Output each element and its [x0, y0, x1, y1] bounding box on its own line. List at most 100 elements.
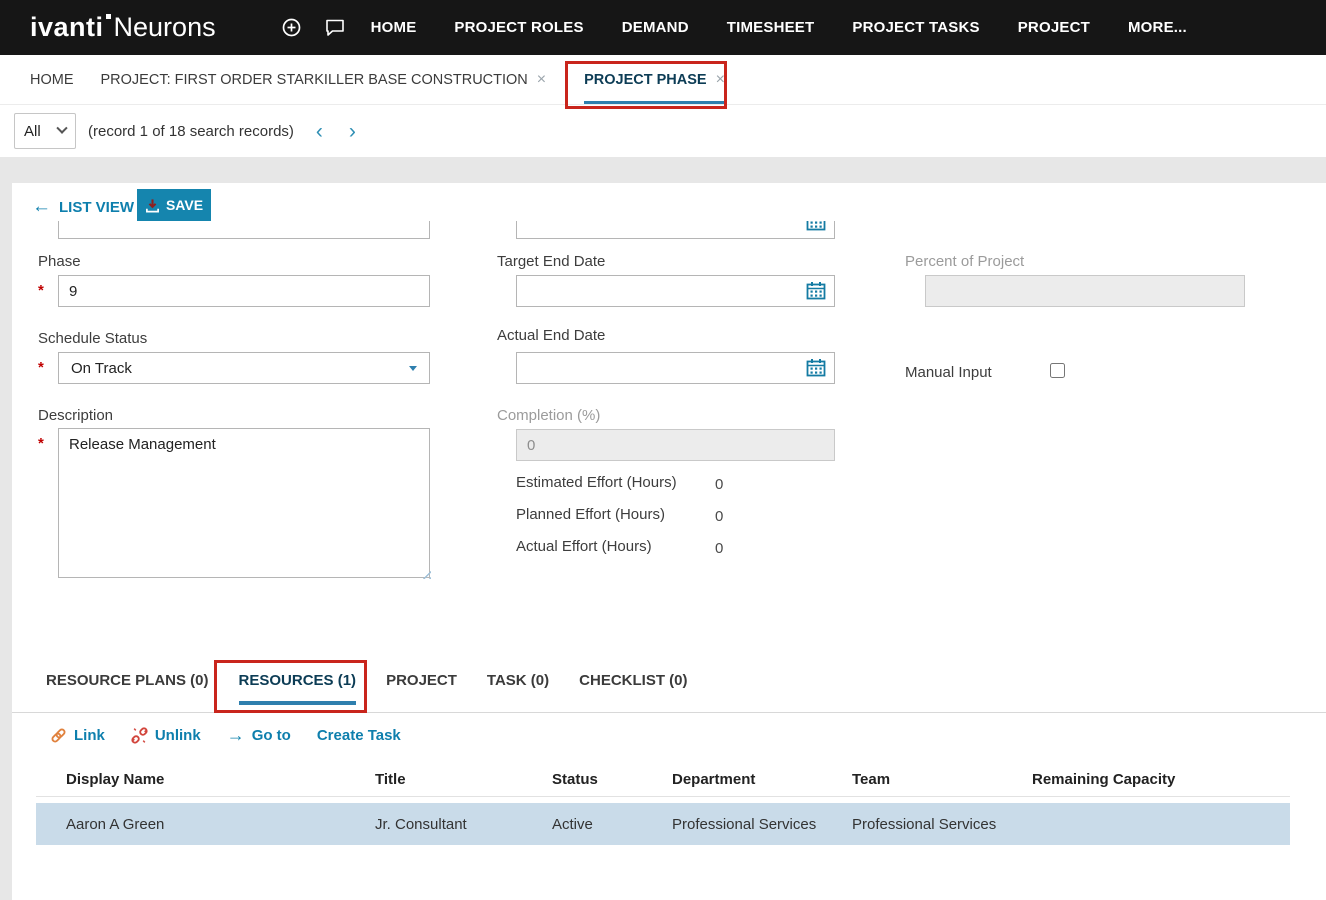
target-end-date-input[interactable]	[516, 275, 835, 307]
tab-label: PROJECT: FIRST ORDER STARKILLER BASE CON…	[101, 72, 528, 88]
column-header-title[interactable]: Title	[375, 771, 552, 788]
percent-of-project-label: Percent of Project	[905, 253, 1024, 270]
actual-end-date-label: Actual End Date	[497, 327, 605, 344]
actual-end-date-input[interactable]	[516, 352, 835, 384]
nav-item-project[interactable]: PROJECT	[1018, 19, 1090, 36]
planned-effort-value: 0	[715, 508, 723, 525]
detail-tabbar: RESOURCE PLANS (0) RESOURCES (1) PROJECT…	[46, 661, 688, 705]
tab-checklist[interactable]: CHECKLIST (0)	[579, 672, 687, 705]
cell-title: Jr. Consultant	[375, 816, 552, 833]
nav-item-project-roles[interactable]: PROJECT ROLES	[454, 19, 583, 36]
record-detail-panel: ← LIST VIEW SAVE Phase * Target End Date…	[12, 183, 1326, 900]
target-end-date-label: Target End Date	[497, 253, 605, 270]
prev-record-button[interactable]: ‹	[316, 121, 323, 142]
resources-table-header: Display Name Title Status Department Tea…	[36, 763, 1290, 797]
required-asterisk: *	[38, 435, 44, 452]
chat-icon[interactable]	[325, 19, 345, 36]
schedule-status-label: Schedule Status	[38, 330, 147, 347]
percent-of-project-input	[925, 275, 1245, 307]
plus-circle-icon[interactable]	[282, 18, 301, 37]
create-task-button[interactable]: Create Task	[317, 727, 401, 744]
manual-input-checkbox[interactable]	[1050, 363, 1065, 378]
cell-display-name: Aaron A Green	[66, 816, 375, 833]
nav-item-demand[interactable]: DEMAND	[622, 19, 689, 36]
calendar-icon[interactable]	[806, 281, 826, 300]
tab-home[interactable]: HOME	[30, 55, 74, 104]
close-icon[interactable]: ×	[537, 71, 546, 89]
back-arrow-icon: ←	[32, 196, 51, 218]
cell-status: Active	[552, 816, 672, 833]
tab-project[interactable]: PROJECT	[386, 672, 457, 705]
unlink-button[interactable]: Unlink	[131, 727, 201, 744]
required-asterisk: *	[38, 282, 44, 299]
nav-item-timesheet[interactable]: TIMESHEET	[727, 19, 815, 36]
link-button[interactable]: Link	[50, 727, 105, 744]
navbar-icons	[282, 18, 345, 37]
logo-text-ivanti: ivanti	[30, 12, 104, 43]
column-header-status[interactable]: Status	[552, 771, 672, 788]
phase-input[interactable]	[58, 275, 430, 307]
estimated-effort-label: Estimated Effort (Hours)	[516, 474, 677, 491]
manual-input-label: Manual Input	[905, 364, 992, 381]
right-arrow-icon: →	[227, 726, 245, 744]
record-filter-select[interactable]: All	[14, 113, 76, 149]
record-navigation-bar: All (record 1 of 18 search records) ‹ ›	[0, 105, 1326, 157]
save-label: SAVE	[166, 197, 203, 213]
nav-item-more[interactable]: MORE...	[1128, 19, 1187, 36]
ivanti-neurons-logo: ivanti Neurons	[30, 12, 216, 43]
phase-label: Phase	[38, 253, 81, 270]
completion-input	[516, 429, 835, 461]
list-view-label: LIST VIEW	[59, 199, 134, 216]
tab-project-record[interactable]: PROJECT: FIRST ORDER STARKILLER BASE CON…	[101, 55, 547, 104]
tab-resource-plans[interactable]: RESOURCE PLANS (0)	[46, 672, 209, 705]
workspace-tabbar: HOME PROJECT: FIRST ORDER STARKILLER BAS…	[0, 55, 1326, 105]
create-task-label: Create Task	[317, 727, 401, 744]
estimated-effort-value: 0	[715, 476, 723, 493]
tab-resources[interactable]: RESOURCES (1)	[239, 672, 357, 705]
actual-effort-label: Actual Effort (Hours)	[516, 538, 652, 555]
tab-task[interactable]: TASK (0)	[487, 672, 549, 705]
cell-team: Professional Services	[852, 816, 1032, 833]
next-record-button[interactable]: ›	[349, 121, 356, 142]
close-icon[interactable]: ×	[716, 71, 725, 89]
record-filter-value: All	[24, 123, 41, 140]
column-header-display-name[interactable]: Display Name	[66, 771, 375, 788]
column-header-team[interactable]: Team	[852, 771, 1032, 788]
table-row[interactable]: Aaron A Green Jr. Consultant Active Prof…	[36, 803, 1290, 845]
goto-label: Go to	[252, 727, 291, 744]
description-textarea[interactable]: Release Management	[58, 428, 430, 578]
app-window: ivanti Neurons HOME PROJECT ROLES DEMAND…	[0, 0, 1326, 900]
required-asterisk: *	[38, 359, 44, 376]
calendar-icon[interactable]	[806, 358, 826, 377]
column-header-remaining-capacity[interactable]: Remaining Capacity	[1032, 771, 1290, 788]
description-label: Description	[38, 407, 113, 424]
planned-effort-label: Planned Effort (Hours)	[516, 506, 665, 523]
logo-mark	[106, 14, 111, 19]
cell-department: Professional Services	[672, 816, 852, 833]
top-navbar: ivanti Neurons HOME PROJECT ROLES DEMAND…	[0, 0, 1326, 55]
primary-nav: HOME PROJECT ROLES DEMAND TIMESHEET PROJ…	[371, 19, 1187, 36]
scrolled-off-input[interactable]	[58, 221, 430, 239]
nav-item-project-tasks[interactable]: PROJECT TASKS	[852, 19, 979, 36]
chain-link-icon	[50, 727, 67, 744]
save-button[interactable]: SAVE	[137, 189, 211, 221]
column-header-department[interactable]: Department	[672, 771, 852, 788]
scrolled-off-date-input[interactable]	[516, 221, 835, 239]
schedule-status-select[interactable]: On Track	[58, 352, 430, 384]
resources-toolbar: Link Unlink → Go to Create Task	[50, 721, 401, 749]
chevron-down-icon	[409, 366, 417, 371]
record-count-text: (record 1 of 18 search records)	[88, 123, 294, 140]
goto-button[interactable]: → Go to	[227, 726, 291, 744]
nav-item-home[interactable]: HOME	[371, 19, 417, 36]
calendar-icon[interactable]	[806, 221, 826, 231]
list-view-button[interactable]: ← LIST VIEW	[32, 196, 134, 218]
tab-project-phase[interactable]: PROJECT PHASE ×	[584, 55, 725, 104]
actual-effort-value: 0	[715, 540, 723, 557]
tab-label: HOME	[30, 72, 74, 88]
unlink-label: Unlink	[155, 727, 201, 744]
broken-chain-icon	[131, 727, 148, 744]
completion-label: Completion (%)	[497, 407, 600, 424]
tab-label: PROJECT PHASE	[584, 72, 706, 88]
schedule-status-value: On Track	[71, 360, 132, 377]
save-download-icon	[145, 198, 160, 213]
